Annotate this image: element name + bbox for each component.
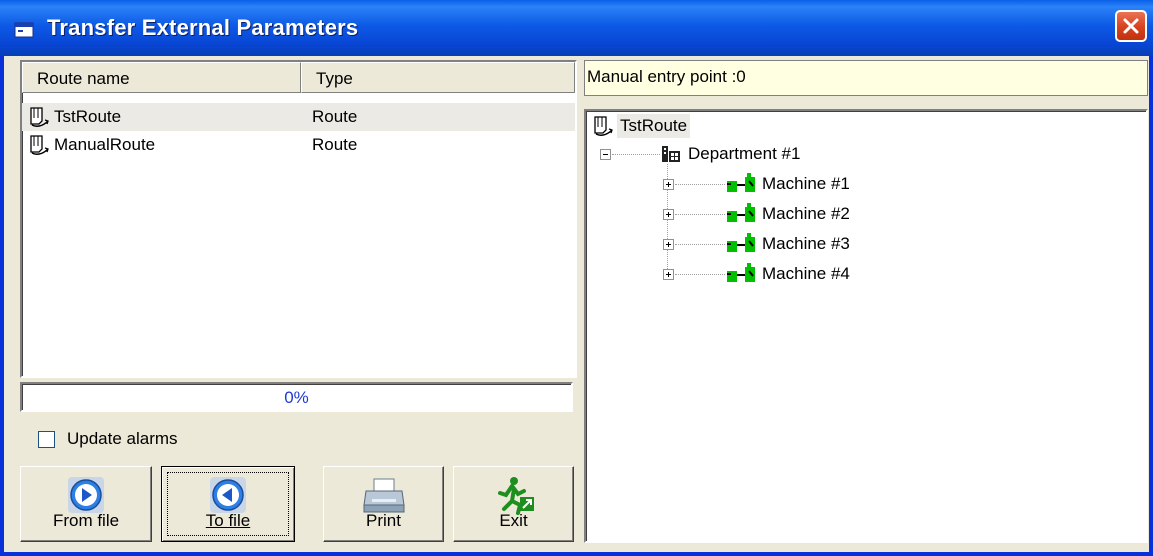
transfer-external-parameters-window: Transfer External Parameters Route name … — [0, 0, 1153, 556]
manual-entry-point-bar: Manual entry point :0 — [584, 60, 1148, 96]
column-header-route-name[interactable]: Route name — [22, 62, 301, 93]
collapse-toggle-department[interactable] — [600, 149, 611, 160]
tree-node-root[interactable]: TstRoute — [617, 114, 691, 138]
play-forward-icon — [68, 477, 104, 513]
machine-icon — [727, 263, 755, 282]
route-list-header: Route name Type — [22, 62, 575, 95]
department-building-icon — [662, 146, 680, 162]
route-row-tstroute[interactable]: TstRoute Route — [22, 103, 575, 131]
window-title: Transfer External Parameters — [47, 15, 359, 40]
exit-button[interactable]: Exit — [453, 466, 574, 542]
update-alarms-label: Update alarms — [67, 429, 178, 448]
to-file-button[interactable]: To file — [161, 466, 295, 542]
progress-text: 0% — [284, 388, 309, 407]
machine-label: Machine #4 — [762, 264, 850, 283]
expand-toggle-machine[interactable] — [663, 209, 674, 220]
progress-bar: 0% — [20, 382, 573, 412]
tree-connector — [612, 154, 660, 155]
machine-label: Machine #1 — [762, 174, 850, 193]
machine-icon — [727, 233, 755, 252]
print-label: Print — [366, 511, 401, 530]
from-file-button[interactable]: From file — [20, 466, 152, 542]
exit-label: Exit — [499, 511, 528, 530]
expand-toggle-machine[interactable] — [663, 239, 674, 250]
app-icon — [14, 22, 34, 38]
machine-label: Machine #2 — [762, 204, 850, 223]
route-type: Route — [312, 135, 358, 154]
play-back-icon — [210, 477, 246, 513]
tree-connector — [675, 244, 725, 245]
route-type: Route — [312, 107, 358, 126]
close-button[interactable] — [1115, 10, 1147, 42]
expand-toggle-machine[interactable] — [663, 269, 674, 280]
update-alarms-checkbox[interactable] — [38, 430, 55, 448]
machine-icon — [727, 203, 755, 222]
route-name: TstRoute — [54, 107, 122, 126]
from-file-label: From file — [52, 511, 120, 530]
column-header-type[interactable]: Type — [301, 62, 575, 93]
machine-label: Machine #3 — [762, 234, 850, 253]
route-icon — [594, 116, 613, 136]
expand-toggle-machine[interactable] — [663, 179, 674, 190]
title-bar[interactable]: Transfer External Parameters — [0, 0, 1153, 56]
route-icon — [30, 135, 49, 155]
update-alarms-checkbox-row[interactable]: Update alarms — [38, 428, 178, 450]
exit-running-man-icon — [497, 477, 534, 515]
route-list[interactable]: Route name Type TstRoute Route ManualRou… — [20, 60, 577, 378]
close-icon — [1123, 18, 1139, 34]
to-file-label: To file — [205, 511, 251, 530]
route-row-manualroute[interactable]: ManualRoute Route — [22, 131, 575, 159]
printer-icon — [362, 478, 405, 513]
tree-connector — [675, 274, 725, 275]
tree-node-department[interactable]: Department #1 — [688, 142, 800, 166]
route-icon — [30, 107, 49, 127]
tree-connector — [675, 214, 725, 215]
machine-icon — [727, 173, 755, 192]
tree-connector — [675, 184, 725, 185]
route-name: ManualRoute — [54, 135, 156, 154]
print-button[interactable]: Print — [323, 466, 444, 542]
route-tree[interactable]: TstRoute Department #1 Machine #1 Machin… — [584, 109, 1148, 543]
